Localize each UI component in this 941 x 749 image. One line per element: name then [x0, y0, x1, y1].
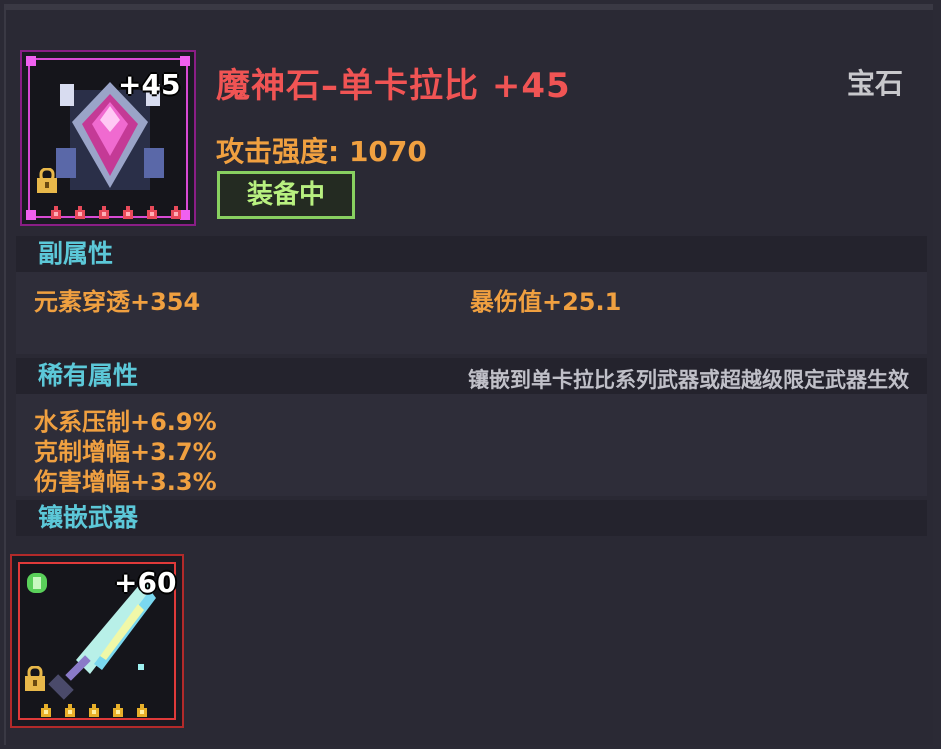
element-icon [27, 573, 47, 593]
inlay-weapon-icon[interactable]: +60 [10, 554, 184, 728]
corner-ornament [26, 210, 36, 220]
gem-level-badge: +45 [118, 68, 181, 101]
lock-icon [37, 168, 57, 193]
rare-attributes-title: 稀有属性 [38, 361, 139, 390]
equipped-badge: 装备中 [217, 171, 355, 219]
inlay-weapon-header: 镶嵌武器 [16, 500, 927, 536]
corner-ornament [26, 56, 36, 66]
star-icon [123, 206, 133, 219]
star-icon [147, 206, 157, 219]
star-icon [65, 704, 75, 717]
weapon-level-badge: +60 [114, 566, 177, 599]
weapon-star-rating [38, 702, 150, 718]
corner-ornament [180, 56, 190, 66]
secondary-stat: 暴伤值+25.1 [470, 288, 622, 316]
star-icon [113, 704, 123, 717]
star-icon [171, 206, 181, 219]
star-icon [99, 206, 109, 219]
gem-star-rating [48, 204, 184, 220]
star-icon [137, 704, 147, 717]
item-name: 魔神石–单卡拉比 +45 [216, 66, 571, 106]
rare-attributes-body: 水系压制+6.9% 克制增幅+3.7% 伤害增幅+3.3% [16, 394, 927, 496]
attack-stat: 攻击强度: 1070 [216, 135, 427, 168]
star-icon [75, 206, 85, 219]
secondary-attributes-header: 副属性 [16, 236, 927, 272]
rare-stat: 伤害增幅+3.3% [34, 468, 217, 496]
secondary-stat: 元素穿透+354 [34, 288, 201, 316]
star-icon [51, 206, 61, 219]
rare-attributes-note: 镶嵌到单卡拉比系列武器或超越级限定武器生效 [468, 368, 909, 392]
lock-icon [25, 666, 45, 691]
star-icon [89, 704, 99, 717]
secondary-attributes-body: 元素穿透+354 暴伤值+25.1 [16, 272, 927, 354]
star-icon [41, 704, 51, 717]
gem-item-icon[interactable]: +45 [20, 50, 196, 226]
item-category: 宝石 [846, 67, 903, 100]
